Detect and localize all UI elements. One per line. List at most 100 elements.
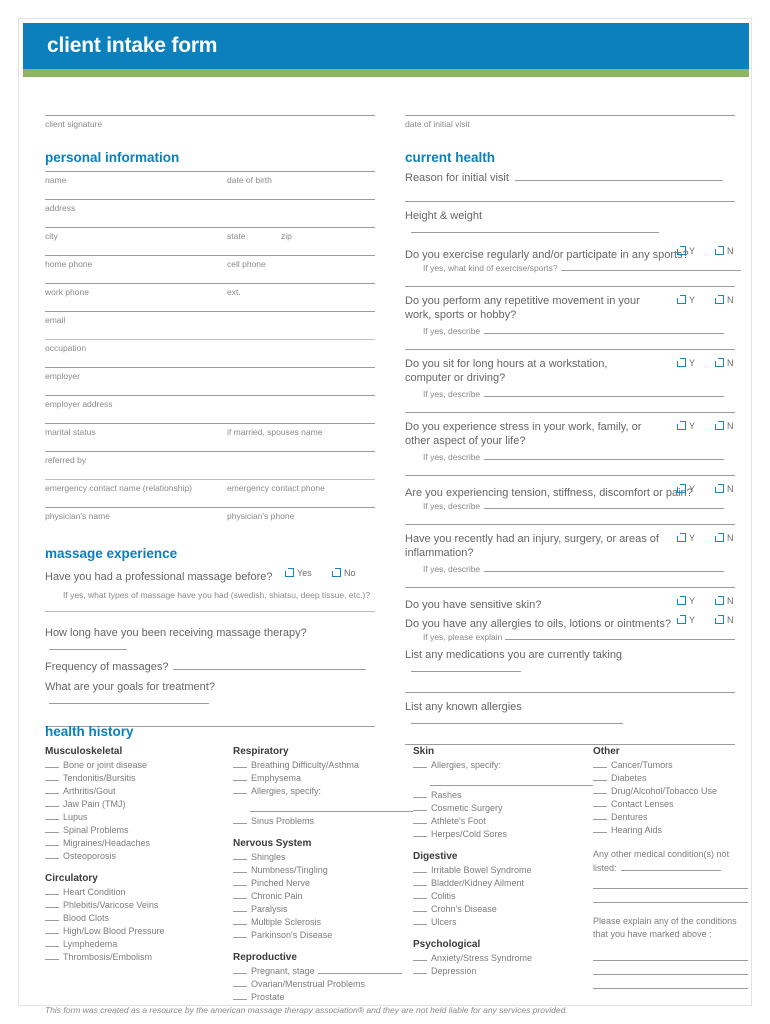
sub-input-line[interactable] xyxy=(484,324,725,334)
massage-types-input-line[interactable] xyxy=(45,611,375,612)
field-emergency-contact[interactable]: emergency contact name (relationship) em… xyxy=(45,479,375,507)
checkbox-blank[interactable] xyxy=(593,825,607,833)
list-item[interactable]: Bladder/Kidney Ailment xyxy=(413,877,593,890)
list-item[interactable]: Jaw Pain (TMJ) xyxy=(45,798,225,811)
checkbox-blank[interactable] xyxy=(233,930,247,938)
list-item[interactable]: Drug/Alcohol/Tobacco Use xyxy=(593,785,748,798)
list-item[interactable]: Chronic Pain xyxy=(233,890,413,903)
list-item[interactable]: Irritable Bowel Syndrome xyxy=(413,864,593,877)
massage-frequency-question[interactable]: Frequency of massages? xyxy=(45,660,375,674)
field-work-phone-ext[interactable]: work phone ext. xyxy=(45,283,375,311)
other-conditions-line-2[interactable] xyxy=(593,875,748,889)
sub-input-line[interactable] xyxy=(484,562,725,572)
question-sublabel[interactable]: If yes, describe xyxy=(423,562,735,574)
checkbox-icon[interactable] xyxy=(714,294,724,304)
checkbox-blank[interactable] xyxy=(233,904,247,912)
field-address[interactable]: address xyxy=(45,199,375,227)
checkbox-blank[interactable] xyxy=(233,878,247,886)
medications-extra-line[interactable] xyxy=(405,692,735,693)
checkbox-blank[interactable] xyxy=(413,790,427,798)
checkbox-icon[interactable] xyxy=(714,357,724,367)
question-no-option[interactable]: N xyxy=(714,532,734,543)
sub-input-line[interactable] xyxy=(505,630,736,640)
checkbox-blank[interactable] xyxy=(593,786,607,794)
checkbox-blank[interactable] xyxy=(45,825,59,833)
checkbox-blank[interactable] xyxy=(45,900,59,908)
question-no-option[interactable]: N xyxy=(714,483,734,494)
list-item[interactable]: Cosmetic Surgery xyxy=(413,802,593,815)
checkbox-blank[interactable] xyxy=(45,838,59,846)
list-item[interactable]: Hearing Aids xyxy=(593,824,748,837)
field-name[interactable]: name date of birth xyxy=(45,171,375,199)
question-sublabel[interactable]: If yes, please explain xyxy=(423,630,736,642)
reason-for-visit-extra-line[interactable] xyxy=(405,201,735,202)
checkbox-blank[interactable] xyxy=(233,979,247,987)
checkbox-blank[interactable] xyxy=(233,891,247,899)
list-item[interactable]: Numbness/Tingling xyxy=(233,864,413,877)
checkbox-icon[interactable] xyxy=(676,532,686,542)
field-home-cell-phone[interactable]: home phone cell phone xyxy=(45,255,375,283)
checkbox-icon[interactable] xyxy=(676,294,686,304)
field-physician[interactable]: physician's name physician's phone xyxy=(45,507,375,535)
list-item[interactable]: Lupus xyxy=(45,811,225,824)
massage-before-yes-option[interactable]: Yes xyxy=(284,567,312,578)
checkbox-blank[interactable] xyxy=(45,851,59,859)
checkbox-blank[interactable] xyxy=(413,878,427,886)
field-employer[interactable]: employer xyxy=(45,367,375,395)
checkbox-blank[interactable] xyxy=(45,786,59,794)
checkbox-blank[interactable] xyxy=(413,953,427,961)
list-item[interactable]: Anxiety/Stress Syndrome xyxy=(413,952,593,965)
list-item[interactable]: Arthritis/Gout xyxy=(45,785,225,798)
question-no-option[interactable]: N xyxy=(714,294,734,305)
field-marital-status[interactable]: marital status if married, spouses name xyxy=(45,423,375,451)
checkbox-icon[interactable] xyxy=(284,567,294,577)
sub-input-line[interactable] xyxy=(560,261,741,271)
checkbox-blank[interactable] xyxy=(45,760,59,768)
list-item[interactable]: Prostate xyxy=(233,991,413,1004)
question-yes-option[interactable]: Y xyxy=(676,532,695,543)
list-item[interactable]: Ulcers xyxy=(413,916,593,929)
question-no-option[interactable]: N xyxy=(714,595,734,606)
list-item[interactable]: Blood Clots xyxy=(45,912,225,925)
sub-input-line[interactable] xyxy=(484,450,725,460)
checkbox-blank[interactable] xyxy=(233,786,247,794)
checkbox-blank[interactable] xyxy=(413,904,427,912)
checkbox-icon[interactable] xyxy=(714,595,724,605)
checkbox-icon[interactable] xyxy=(331,567,341,577)
list-item[interactable]: Breathing Difficulty/Asthma xyxy=(233,759,413,772)
field-city-state-zip[interactable]: city state zip xyxy=(45,227,375,255)
list-item[interactable]: Spinal Problems xyxy=(45,824,225,837)
massage-duration-question[interactable]: How long have you been receiving massage… xyxy=(45,626,375,654)
checkbox-blank[interactable] xyxy=(413,829,427,837)
list-item[interactable]: Colitis xyxy=(413,890,593,903)
question-no-option[interactable]: N xyxy=(714,420,734,431)
question-sublabel[interactable]: If yes, what kind of exercise/sports? xyxy=(423,261,741,273)
list-item[interactable]: Lymphedema xyxy=(45,938,225,951)
checkbox-blank[interactable] xyxy=(233,760,247,768)
medications-question[interactable]: List any medications you are currently t… xyxy=(405,648,735,676)
explain-conditions-line-1[interactable] xyxy=(593,947,748,961)
client-signature-field[interactable]: client signature xyxy=(45,115,375,143)
checkbox-icon[interactable] xyxy=(714,483,724,493)
list-item[interactable]: Cancer/Tumors xyxy=(593,759,748,772)
sub-input-line[interactable] xyxy=(484,387,725,397)
checkbox-icon[interactable] xyxy=(714,420,724,430)
medications-input-line[interactable] xyxy=(411,662,521,672)
question-sublabel[interactable]: If yes, describe xyxy=(423,450,735,462)
list-item[interactable]: Shingles xyxy=(233,851,413,864)
list-item[interactable]: Parkinson's Disease xyxy=(233,929,413,942)
explain-conditions-line-3[interactable] xyxy=(593,975,748,989)
list-item[interactable]: Tendonitis/Bursitis xyxy=(45,772,225,785)
known-allergies-input-line[interactable] xyxy=(411,714,623,724)
question-yes-option[interactable]: Y xyxy=(676,357,695,368)
list-item[interactable]: Dentures xyxy=(593,811,748,824)
checkbox-icon[interactable] xyxy=(676,483,686,493)
field-referred-by[interactable]: referred by xyxy=(45,451,375,479)
question-sublabel[interactable]: If yes, describe xyxy=(423,324,735,336)
question-no-option[interactable]: N xyxy=(714,245,734,256)
checkbox-blank[interactable] xyxy=(233,992,247,1000)
checkbox-blank[interactable] xyxy=(413,966,427,974)
respiratory-allergies-specify-line[interactable] xyxy=(250,800,413,812)
field-email[interactable]: email xyxy=(45,311,375,339)
checkbox-blank[interactable] xyxy=(45,812,59,820)
